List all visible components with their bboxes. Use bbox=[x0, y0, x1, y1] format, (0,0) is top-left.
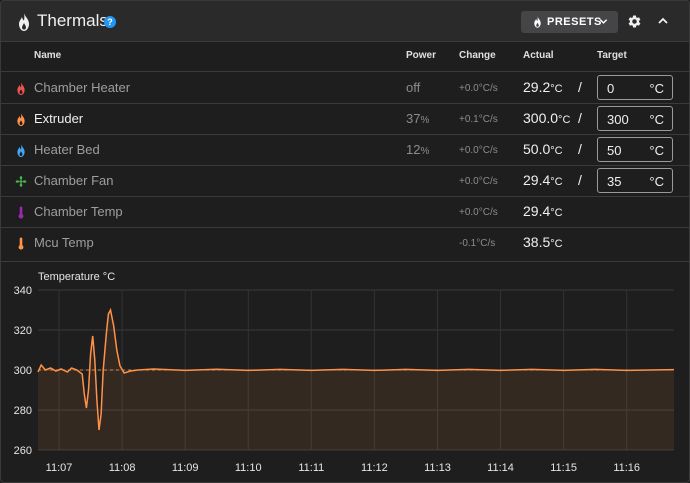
y-tick-label: 280 bbox=[14, 405, 32, 417]
series-area bbox=[38, 310, 674, 450]
x-tick-label: 11:15 bbox=[550, 462, 577, 474]
x-tick-label: 11:09 bbox=[172, 462, 199, 474]
thermals-card: Thermals ? PRESETS Name Power Change Act… bbox=[0, 0, 690, 483]
x-tick-label: 11:08 bbox=[109, 462, 136, 474]
y-tick-label: 320 bbox=[14, 325, 32, 337]
y-tick-label: 260 bbox=[14, 445, 32, 457]
x-tick-label: 11:16 bbox=[613, 462, 640, 474]
x-tick-label: 11:07 bbox=[46, 462, 73, 474]
x-tick-label: 11:11 bbox=[298, 462, 324, 474]
y-tick-label: 300 bbox=[14, 365, 32, 377]
x-tick-label: 11:13 bbox=[424, 462, 451, 474]
x-tick-label: 11:10 bbox=[235, 462, 262, 474]
y-tick-label: 340 bbox=[14, 285, 32, 297]
temperature-chart[interactable]: 260 280 300 320 340 11:07 11:08 11:09 11:10 11:11… bbox=[1, 1, 689, 482]
x-tick-label: 11:14 bbox=[487, 462, 514, 474]
x-tick-label: 11:12 bbox=[361, 462, 388, 474]
